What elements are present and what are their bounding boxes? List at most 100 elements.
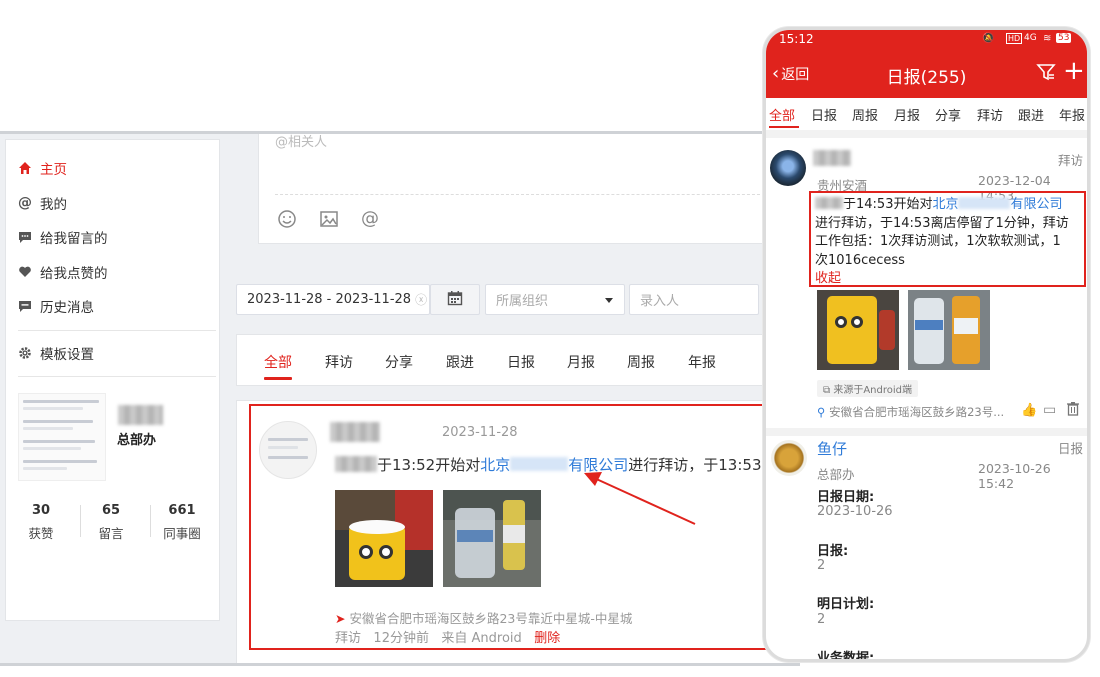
post-datetime: 2023-10-26 15:42	[978, 461, 1051, 491]
tab-follow[interactable]: 跟进	[446, 352, 474, 372]
post-type: 拜访	[1058, 153, 1084, 168]
avatar	[771, 440, 807, 476]
sidebar-item-label: 给我留言的	[40, 231, 108, 247]
calendar-icon	[447, 290, 463, 310]
sidebar-item-history[interactable]: 历史消息	[18, 295, 94, 317]
post-editor: @相关人 @	[258, 134, 778, 244]
trash-icon[interactable]	[1066, 401, 1080, 420]
post-dept: 总部办	[817, 467, 855, 482]
divider	[766, 130, 1087, 138]
like-icon[interactable]: 👍	[1021, 403, 1037, 418]
tab-all[interactable]: 全部	[264, 352, 292, 372]
sidebar-item-likes[interactable]: 给我点赞的	[18, 261, 108, 283]
date-range-input[interactable]: 2023-11-28 - 2023-11-28 ⓧ	[236, 284, 430, 315]
comment-icon[interactable]: ▭	[1043, 402, 1056, 418]
network-label: 4G	[1024, 33, 1037, 43]
tab-daily[interactable]: 日报	[811, 105, 837, 124]
recorder-placeholder: 录入人	[640, 294, 680, 309]
sidebar-item-comments[interactable]: 给我留言的	[18, 226, 108, 248]
post-photo[interactable]	[908, 290, 990, 370]
wifi-icon: ≋	[1043, 33, 1052, 44]
gear-icon	[18, 346, 32, 360]
sidebar-item-template-settings[interactable]: 模板设置	[18, 342, 94, 364]
chevron-down-icon	[604, 294, 614, 309]
sidebar-item-label: 模板设置	[40, 347, 94, 363]
source-tag: ⧉ 来源于Android端	[817, 380, 918, 397]
field-label: 日报:	[817, 544, 849, 559]
tab-visit[interactable]: 拜访	[325, 352, 353, 372]
at-icon: @	[18, 195, 32, 211]
tab-monthly[interactable]: 月报	[894, 105, 920, 124]
tab-yearly[interactable]: 年报	[1059, 105, 1085, 124]
tab-share[interactable]: 分享	[385, 352, 413, 372]
mention-icon[interactable]: @	[361, 208, 379, 229]
field-value: 2	[817, 558, 826, 573]
tab-bar: 全部 拜访 分享 跟进 日报 月报 周报 年报	[236, 334, 796, 386]
status-time: 15:12	[779, 32, 814, 46]
tab-daily[interactable]: 日报	[507, 352, 535, 372]
image-icon[interactable]	[319, 209, 339, 233]
sidebar: 主页 @ 我的 给我留言的 给我点赞的 历史消息 模板设置 总部办 30 获赞 …	[5, 139, 220, 621]
sidebar-item-label: 我的	[40, 197, 67, 213]
message-icon	[18, 299, 32, 313]
phone-frame: 15:12 🔕 HD 4G ≋ 53 ‹ 返回 日报(255) + 全部 日报 …	[763, 27, 1090, 662]
author-name[interactable]: 鱼仔	[817, 438, 847, 459]
date-range-value: 2023-11-28 - 2023-11-28	[247, 292, 412, 307]
field-label: 明日计划:	[817, 597, 875, 612]
field-label: 日报日期:	[817, 490, 875, 505]
sidebar-item-home[interactable]: 主页	[18, 157, 67, 179]
divider	[18, 330, 216, 331]
sidebar-item-mine[interactable]: @ 我的	[18, 192, 67, 214]
app-bar: ‹ 返回 日报(255) +	[766, 50, 1087, 98]
status-bar: 15:12 🔕 HD 4G ≋ 53	[766, 30, 1087, 50]
divider	[766, 428, 1087, 436]
hd-icon: HD	[1006, 33, 1023, 44]
location-text: 安徽省合肥市瑶海区鼓乡路23号...	[829, 405, 1005, 419]
highlight-frame	[249, 404, 800, 650]
tab-underline	[264, 377, 292, 380]
add-icon[interactable]: +	[1063, 58, 1085, 84]
emoji-icon[interactable]	[277, 209, 297, 233]
divider	[150, 505, 151, 537]
battery-icon: 53	[1056, 33, 1072, 43]
mute-icon: 🔕	[982, 33, 995, 44]
divider	[18, 376, 216, 377]
comments-count: 65	[101, 503, 121, 518]
tab-all[interactable]: 全部	[769, 105, 795, 124]
mention-input[interactable]: @相关人	[275, 134, 327, 150]
clear-icon[interactable]: ⓧ	[415, 291, 427, 308]
divider	[275, 194, 765, 195]
post-location: ⚲ 安徽省合肥市瑶海区鼓乡路23号...	[817, 404, 1017, 420]
heart-icon	[18, 265, 32, 279]
tab-visit[interactable]: 拜访	[977, 105, 1003, 124]
tab-follow[interactable]: 跟进	[1018, 105, 1044, 124]
sidebar-item-label: 历史消息	[40, 300, 94, 316]
filter-icon[interactable]	[1036, 62, 1056, 86]
tab-underline	[769, 126, 799, 128]
tab-yearly[interactable]: 年报	[688, 352, 716, 372]
template-thumbnail[interactable]	[18, 393, 106, 481]
recorder-input[interactable]: 录入人	[629, 284, 759, 315]
field-value: 2023-10-26	[817, 504, 893, 519]
tab-monthly[interactable]: 月报	[567, 352, 595, 372]
comment-icon	[18, 230, 32, 244]
external-link-icon: ⧉	[823, 385, 831, 396]
annotation-arrow	[584, 472, 696, 525]
likes-count: 30	[31, 503, 51, 518]
sidebar-item-label: 主页	[40, 162, 67, 178]
desktop-window: 主页 @ 我的 给我留言的 给我点赞的 历史消息 模板设置 总部办 30 获赞 …	[0, 131, 800, 666]
likes-label: 获赞	[28, 526, 54, 541]
tab-weekly[interactable]: 周报	[852, 105, 878, 124]
calendar-button[interactable]	[430, 284, 480, 315]
post-photo[interactable]	[817, 290, 899, 370]
tab-share[interactable]: 分享	[935, 105, 961, 124]
home-icon	[18, 161, 32, 175]
tab-weekly[interactable]: 周报	[627, 352, 655, 372]
circle-label: 同事圈	[163, 526, 201, 541]
source-tag-label: 来源于Android端	[833, 385, 912, 396]
org-select[interactable]: 所属组织	[485, 284, 625, 315]
author-name	[813, 150, 851, 166]
dept-name: 总部办	[117, 433, 157, 448]
comments-label: 留言	[98, 526, 124, 541]
circle-count: 661	[168, 503, 196, 518]
